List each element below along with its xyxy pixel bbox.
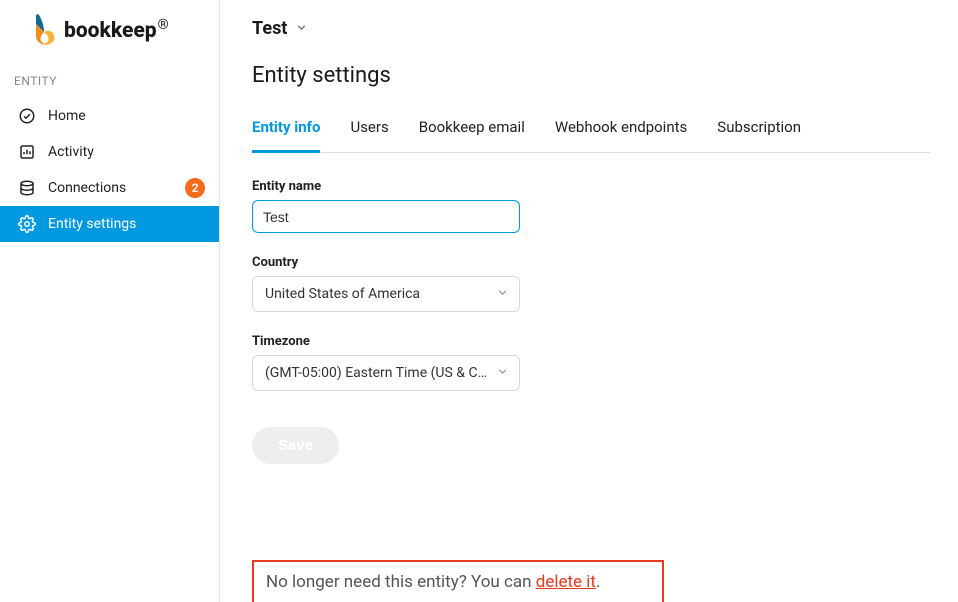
country-label: Country [252,255,542,270]
delete-entity-notice: No longer need this entity? You can dele… [252,560,664,602]
country-select-value: United States of America [265,286,489,302]
chevron-down-icon [295,19,308,38]
brand-logo[interactable]: bookkeep® [0,10,219,60]
brand-logo-text: bookkeep® [64,17,169,43]
timezone-label: Timezone [252,334,542,349]
sidebar-item-label: Entity settings [48,216,136,232]
brand-logo-mark [30,14,56,46]
entity-name-label: Entity name [252,179,542,194]
delete-notice-prefix: No longer need this entity? You can [266,572,536,592]
tab-subscription[interactable]: Subscription [717,106,801,152]
main-content: Test Entity settings Entity info Users B… [220,0,958,602]
sidebar-section-label: ENTITY [0,60,219,98]
save-button[interactable]: Save [252,427,339,464]
tabs: Entity info Users Bookkeep email Webhook… [252,106,930,153]
sidebar-item-activity[interactable]: Activity [0,134,219,170]
page-title: Entity settings [252,51,930,96]
connections-badge: 2 [185,178,205,198]
sidebar-item-label: Home [48,108,86,124]
sidebar-item-home[interactable]: Home [0,98,219,134]
check-circle-icon [18,107,36,125]
sidebar: bookkeep® ENTITY Home Activity Connectio… [0,0,220,602]
entity-info-form: Entity name Country United States of Ame… [252,153,542,464]
timezone-select[interactable]: (GMT-05:00) Eastern Time (US & Canada) [252,355,520,391]
tab-entity-info[interactable]: Entity info [252,106,320,153]
database-icon [18,179,36,197]
chevron-down-icon [496,365,509,382]
bar-chart-icon [18,143,36,161]
country-select[interactable]: United States of America [252,276,520,312]
gear-icon [18,215,36,233]
sidebar-item-label: Activity [48,144,94,160]
sidebar-item-connections[interactable]: Connections 2 [0,170,219,206]
chevron-down-icon [496,286,509,303]
delete-entity-link[interactable]: delete it [536,572,596,592]
entity-name-input[interactable] [252,200,520,233]
sidebar-item-entity-settings[interactable]: Entity settings [0,206,219,242]
entity-picker-name: Test [252,18,287,39]
tab-bookkeep-email[interactable]: Bookkeep email [419,106,525,152]
sidebar-item-label: Connections [48,180,126,196]
entity-picker[interactable]: Test [252,10,930,51]
timezone-select-value: (GMT-05:00) Eastern Time (US & Canada) [265,365,489,381]
delete-notice-suffix: . [596,572,600,592]
tab-webhook-endpoints[interactable]: Webhook endpoints [555,106,687,152]
tab-users[interactable]: Users [350,106,388,152]
